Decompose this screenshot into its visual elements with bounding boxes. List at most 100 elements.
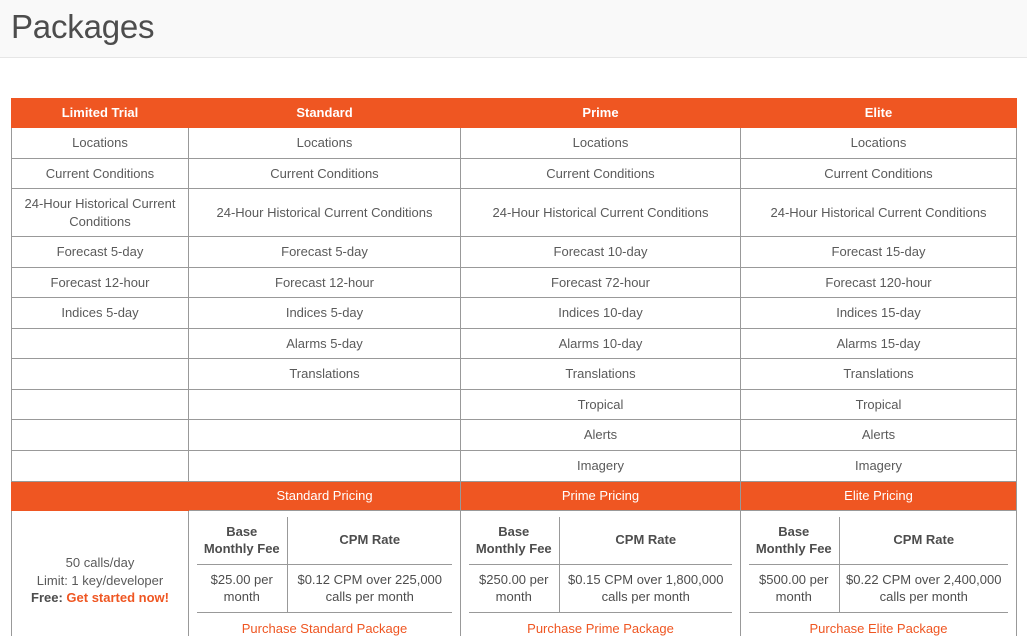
cell-limited-trial: Forecast 5-day xyxy=(11,236,189,268)
packages-table-container: Limited Trial Standard Prime Elite Locat… xyxy=(0,58,1027,636)
cell-elite: Locations xyxy=(740,127,1017,159)
cell-limited-trial xyxy=(11,358,189,390)
elite-base-fee-value: $500.00 per month xyxy=(749,563,840,613)
table-row: Forecast 5-day Forecast 5-day Forecast 1… xyxy=(11,236,1017,268)
packages-table: Limited Trial Standard Prime Elite Locat… xyxy=(11,98,1017,636)
standard-cpm-rate-value: $0.12 CPM over 225,000 calls per month xyxy=(286,563,452,613)
standard-purchase-row: Purchase Standard Package xyxy=(197,611,452,636)
cell-standard: Forecast 5-day xyxy=(188,236,461,268)
page-root: Packages Limited Trial Standard Prime El… xyxy=(0,0,1027,636)
prime-pricing-value-row: $250.00 per month $0.15 CPM over 1,800,0… xyxy=(469,563,732,613)
column-header-prime: Prime xyxy=(460,98,741,128)
table-row: Translations Translations Translations xyxy=(11,358,1017,390)
trial-cell: 50 calls/day Limit: 1 key/developer Free… xyxy=(11,509,189,636)
elite-pricing-value-row: $500.00 per month $0.22 CPM over 2,400,0… xyxy=(749,563,1008,613)
table-row: Imagery Imagery xyxy=(11,450,1017,482)
purchase-standard-link[interactable]: Purchase Standard Package xyxy=(242,621,408,636)
cell-prime: Translations xyxy=(460,358,741,390)
trial-limit: Limit: 1 key/developer xyxy=(36,572,164,588)
cell-elite: Forecast 15-day xyxy=(740,236,1017,268)
cell-standard: Indices 5-day xyxy=(188,297,461,329)
cell-standard xyxy=(188,419,461,452)
cell-limited-trial: Locations xyxy=(11,127,189,159)
purchase-elite-cell[interactable]: Purchase Elite Package xyxy=(749,611,1008,636)
page-title: Packages xyxy=(11,8,155,45)
elite-purchase-row: Purchase Elite Package xyxy=(749,611,1008,636)
cell-prime: Forecast 72-hour xyxy=(460,266,741,299)
cell-standard: Locations xyxy=(188,127,461,159)
cell-prime: Alerts xyxy=(460,419,741,452)
standard-pricing-grid: Base Monthly Fee CPM Rate $25.00 per mon… xyxy=(197,516,452,636)
prime-purchase-row: Purchase Prime Package xyxy=(469,611,732,636)
pricing-header-prime: Prime Pricing xyxy=(460,480,741,511)
table-row: 24-Hour Historical Current Conditions 24… xyxy=(11,188,1017,238)
cell-prime: Alarms 10-day xyxy=(460,327,741,360)
prime-base-fee-value: $250.00 per month xyxy=(469,563,560,613)
cell-prime: Indices 10-day xyxy=(460,297,741,329)
table-row: Indices 5-day Indices 5-day Indices 10-d… xyxy=(11,297,1017,329)
cell-limited-trial xyxy=(11,419,189,452)
cell-elite: Alerts xyxy=(740,419,1017,452)
standard-cpm-rate-label: CPM Rate xyxy=(286,516,452,565)
purchase-prime-cell[interactable]: Purchase Prime Package xyxy=(469,611,732,636)
standard-pricing-value-row: $25.00 per month $0.12 CPM over 225,000 … xyxy=(197,563,452,613)
cell-standard: Translations xyxy=(188,358,461,390)
column-header-limited-trial: Limited Trial xyxy=(11,98,189,128)
cell-elite: Tropical xyxy=(740,388,1017,421)
cell-elite: Indices 15-day xyxy=(740,297,1017,329)
elite-pricing-cell: Base Monthly Fee CPM Rate $500.00 per mo… xyxy=(740,509,1017,636)
cell-limited-trial: Indices 5-day xyxy=(11,297,189,329)
elite-pricing-header-row: Base Monthly Fee CPM Rate xyxy=(749,516,1008,565)
purchase-elite-link[interactable]: Purchase Elite Package xyxy=(809,621,947,636)
pricing-header-limited-trial xyxy=(11,480,189,511)
cell-elite: Alarms 15-day xyxy=(740,327,1017,360)
prime-pricing-grid: Base Monthly Fee CPM Rate $250.00 per mo… xyxy=(469,516,732,636)
prime-cpm-rate-label: CPM Rate xyxy=(558,516,732,565)
cell-standard xyxy=(188,450,461,482)
trial-calls: 50 calls/day xyxy=(65,555,135,571)
table-header-row: Limited Trial Standard Prime Elite xyxy=(11,98,1017,128)
prime-pricing-header-row: Base Monthly Fee CPM Rate xyxy=(469,516,732,565)
feature-rows-body: Locations Locations Locations Locations … xyxy=(11,127,1017,636)
table-row: Alarms 5-day Alarms 10-day Alarms 15-day xyxy=(11,327,1017,360)
cell-limited-trial xyxy=(11,450,189,482)
cell-prime: 24-Hour Historical Current Conditions xyxy=(460,188,741,238)
column-header-standard: Standard xyxy=(188,98,461,128)
pricing-header-row: Standard Pricing Prime Pricing Elite Pri… xyxy=(11,480,1017,511)
cell-prime: Imagery xyxy=(460,450,741,482)
cell-standard: 24-Hour Historical Current Conditions xyxy=(188,188,461,238)
cell-prime: Locations xyxy=(460,127,741,159)
table-row: Alerts Alerts xyxy=(11,419,1017,452)
elite-base-fee-label: Base Monthly Fee xyxy=(749,516,840,565)
cell-limited-trial: 24-Hour Historical Current Conditions xyxy=(11,188,189,238)
cell-elite: Imagery xyxy=(740,450,1017,482)
cell-standard xyxy=(188,388,461,421)
cell-elite: Forecast 120-hour xyxy=(740,266,1017,299)
table-row: Forecast 12-hour Forecast 12-hour Foreca… xyxy=(11,266,1017,299)
column-header-elite: Elite xyxy=(740,98,1017,128)
table-row: Current Conditions Current Conditions Cu… xyxy=(11,157,1017,190)
purchase-standard-cell[interactable]: Purchase Standard Package xyxy=(197,611,452,636)
cell-prime: Tropical xyxy=(460,388,741,421)
standard-base-fee-value: $25.00 per month xyxy=(197,563,288,613)
purchase-prime-link[interactable]: Purchase Prime Package xyxy=(527,621,674,636)
pricing-detail-row: 50 calls/day Limit: 1 key/developer Free… xyxy=(11,509,1017,636)
cell-limited-trial xyxy=(11,388,189,421)
elite-cpm-rate-value: $0.22 CPM over 2,400,000 calls per month xyxy=(838,563,1008,613)
elite-cpm-rate-label: CPM Rate xyxy=(838,516,1008,565)
standard-pricing-cell: Base Monthly Fee CPM Rate $25.00 per mon… xyxy=(188,509,461,636)
table-row: Locations Locations Locations Locations xyxy=(11,127,1017,159)
cell-limited-trial xyxy=(11,327,189,360)
prime-base-fee-label: Base Monthly Fee xyxy=(469,516,560,565)
cell-elite: 24-Hour Historical Current Conditions xyxy=(740,188,1017,238)
standard-pricing-header-row: Base Monthly Fee CPM Rate xyxy=(197,516,452,565)
pricing-header-standard: Standard Pricing xyxy=(188,480,461,511)
get-started-link[interactable]: Get started now! xyxy=(66,590,169,605)
page-header: Packages xyxy=(0,0,1027,58)
cell-limited-trial: Current Conditions xyxy=(11,157,189,190)
trial-free-line: Free: Get started now! xyxy=(20,589,180,607)
cell-prime: Current Conditions xyxy=(460,157,741,190)
prime-cpm-rate-value: $0.15 CPM over 1,800,000 calls per month xyxy=(558,563,732,613)
cell-elite: Translations xyxy=(740,358,1017,390)
cell-prime: Forecast 10-day xyxy=(460,236,741,268)
